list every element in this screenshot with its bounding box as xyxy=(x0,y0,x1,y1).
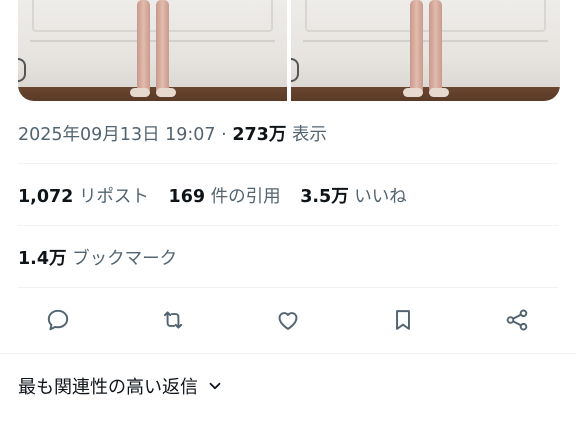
tweet-action-bar xyxy=(0,300,576,340)
bookmark-button[interactable] xyxy=(383,300,423,340)
divider xyxy=(0,353,576,354)
chair-edge xyxy=(291,58,299,82)
bookmarks-count: 1.4万 xyxy=(18,249,67,269)
media-photo-1[interactable] xyxy=(18,0,287,101)
reply-sort-label: 最も関連性の高い返信 xyxy=(18,377,198,398)
reposts-count: 1,072 xyxy=(18,187,74,207)
share-icon xyxy=(506,309,528,331)
divider xyxy=(18,163,558,164)
quotes-count: 169 xyxy=(168,187,206,207)
views-label: 表示 xyxy=(291,125,327,145)
leg-left xyxy=(136,0,150,92)
bookmarks-label: ブックマーク xyxy=(72,249,178,269)
media-photo-2[interactable] xyxy=(291,0,560,101)
leg-right xyxy=(155,0,169,92)
likes-count: 3.5万 xyxy=(300,187,349,207)
chevron-down-icon xyxy=(209,382,221,390)
divider xyxy=(18,287,558,288)
tweet-media[interactable] xyxy=(18,0,560,101)
tweet-timestamp[interactable]: 2025年09月13日 19:07 xyxy=(18,125,216,145)
reposts-stat[interactable]: 1,072 リポスト xyxy=(18,187,155,207)
engagement-stats: 1,072 リポスト 169 件の引用 3.5万 いいね xyxy=(18,183,421,208)
like-button[interactable] xyxy=(268,300,308,340)
foot-left xyxy=(402,88,423,97)
bookmarks-stat[interactable]: 1.4万 ブックマーク xyxy=(18,245,177,270)
leg-left xyxy=(409,0,423,92)
foot-left xyxy=(129,88,150,97)
divider xyxy=(18,225,558,226)
retweet-icon xyxy=(163,311,183,329)
views-count: 273万 xyxy=(232,125,287,145)
reply-button[interactable] xyxy=(38,300,78,340)
reply-sort-dropdown[interactable]: 最も関連性の高い返信 xyxy=(18,373,224,399)
leg-right xyxy=(428,0,442,92)
meta-separator: · xyxy=(221,125,227,145)
retweet-button[interactable] xyxy=(153,300,193,340)
like-icon xyxy=(278,312,298,330)
quotes-stat[interactable]: 169 件の引用 xyxy=(169,187,287,207)
likes-stat[interactable]: 3.5万 いいね xyxy=(300,187,407,207)
foot-right xyxy=(155,88,176,97)
chair-edge xyxy=(18,58,26,82)
reply-icon xyxy=(47,309,69,331)
tweet-meta: 2025年09月13日 19:07 · 273万 表示 xyxy=(18,121,327,146)
bookmark-icon xyxy=(396,310,410,330)
likes-label: いいね xyxy=(354,187,407,207)
foot-right xyxy=(428,88,449,97)
legs-figure xyxy=(128,0,178,101)
legs-figure xyxy=(401,0,451,101)
reposts-label: リポスト xyxy=(78,187,149,207)
share-button[interactable] xyxy=(497,300,537,340)
quotes-label: 件の引用 xyxy=(210,187,281,207)
